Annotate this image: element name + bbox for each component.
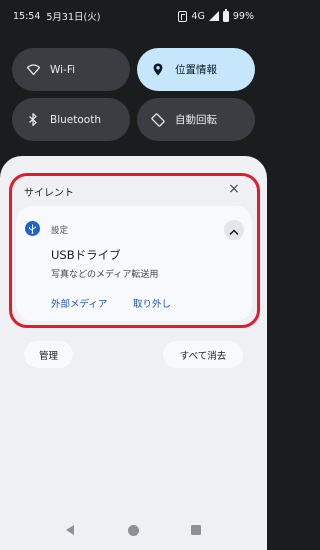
external-media-button[interactable]: 外部メディア [51,296,107,310]
status-bar: 15:54 5月31日(火) 4G 99% [0,0,267,32]
tile-bluetooth-label: Bluetooth [50,113,101,126]
tile-wifi-label: Wi-Fi [50,63,76,76]
collapse-button[interactable] [224,220,244,240]
notification-text: 写真などのメディア転送用 [51,270,159,280]
eject-button[interactable]: 取り外し [133,296,171,310]
bluetooth-icon [26,113,40,127]
status-time: 15:54 [13,10,41,22]
tile-location[interactable]: 位置情報 [137,48,255,91]
clear-all-button[interactable]: すべて消去 [163,341,243,368]
close-icon[interactable]: × [227,179,241,199]
wifi-icon [26,63,40,77]
silent-section-header: サイレント [24,188,74,199]
notification-app-name: 設定 [51,226,69,236]
tile-auto-rotate[interactable]: 自動回転 [137,98,255,141]
usb-icon [25,221,40,236]
tile-wifi[interactable]: Wi-Fi [12,48,130,91]
status-date: 5月31日(火) [46,12,101,23]
back-icon[interactable] [66,525,74,535]
location-pin-icon [151,63,165,77]
notification-title: USBドライブ [51,248,121,262]
auto-rotate-icon [151,112,165,127]
signal-icon [208,11,219,21]
tile-bluetooth[interactable]: Bluetooth [12,98,130,141]
home-icon[interactable] [128,525,139,536]
manage-button[interactable]: 管理 [24,341,73,368]
battery-level: 99% [232,10,254,22]
tile-location-label: 位置情報 [175,64,217,76]
tile-auto-rotate-label: 自動回転 [175,114,217,126]
battery-icon [222,8,229,22]
recent-apps-icon[interactable] [191,525,201,535]
nfc-icon [178,10,188,22]
network-type: 4G [191,10,205,22]
chevron-up-icon [229,221,239,240]
